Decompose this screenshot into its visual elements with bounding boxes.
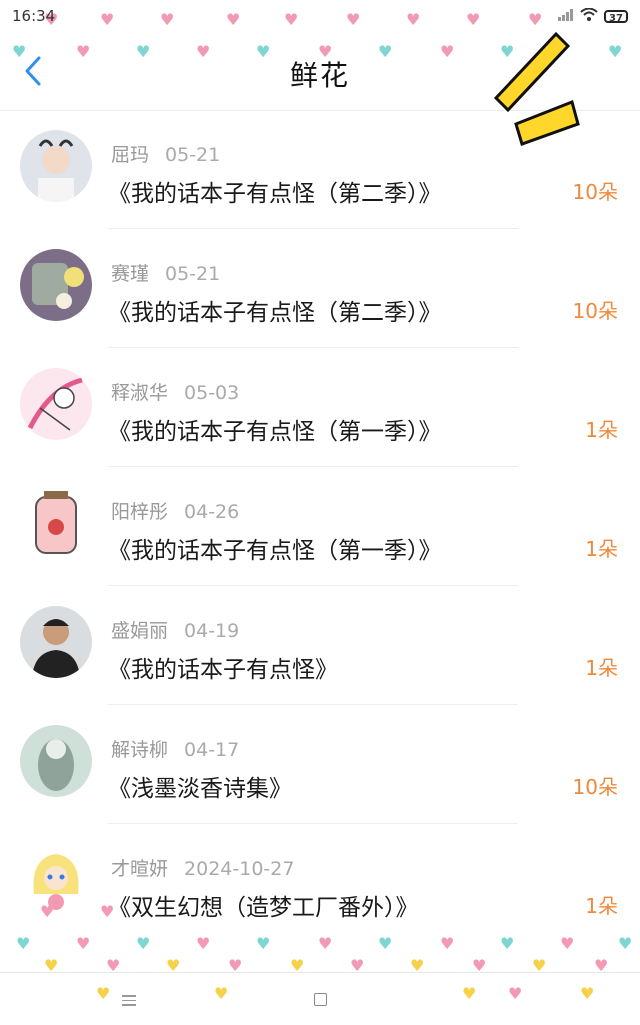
user-name: 释淑华 (111, 382, 169, 404)
avatar[interactable] (20, 725, 92, 797)
status-icons: 37 (558, 7, 628, 25)
item-meta: 盛娟丽 04-19 (111, 616, 239, 643)
signal-icon (558, 7, 574, 25)
book-title[interactable]: 《我的话本子有点怪（第二季）》 (108, 293, 442, 327)
book-title[interactable]: 《双生幻想（造梦工厂番外）》 (108, 888, 419, 922)
avatar[interactable] (20, 130, 92, 202)
flower-count: 1朵 (585, 894, 618, 918)
book-title[interactable]: 《我的话本子有点怪（第一季）》 (108, 412, 442, 446)
item-meta: 解诗柳 04-17 (111, 735, 239, 762)
avatar[interactable] (20, 606, 92, 678)
list-item[interactable]: 才暄妍 2024-10-27 《双生幻想（造梦工厂番外）》 1朵 (0, 824, 640, 943)
flower-count: 1朵 (585, 418, 618, 442)
avatar[interactable] (20, 368, 92, 440)
list-item[interactable]: 赛瑾 05-21 《我的话本子有点怪（第二季）》 10朵 (0, 229, 640, 348)
wifi-icon (580, 7, 598, 25)
item-meta: 屈玛 05-21 (111, 140, 220, 167)
item-date: 2024-10-27 (184, 858, 295, 880)
avatar[interactable] (20, 844, 92, 916)
book-title[interactable]: 《浅墨淡香诗集》 (108, 769, 292, 803)
flower-count: 10朵 (572, 180, 618, 204)
list-item[interactable]: 盛娟丽 04-19 《我的话本子有点怪》 1朵 (0, 586, 640, 705)
flower-count: 1朵 (585, 537, 618, 561)
item-date: 04-19 (184, 620, 240, 642)
item-meta: 阳梓彤 04-26 (111, 497, 239, 524)
user-name: 解诗柳 (111, 739, 169, 761)
avatar[interactable] (20, 249, 92, 321)
flower-count: 10朵 (572, 775, 618, 799)
user-name: 阳梓彤 (111, 501, 169, 523)
user-name: 赛瑾 (111, 263, 150, 285)
item-date: 04-17 (184, 739, 240, 761)
item-date: 05-21 (165, 263, 221, 285)
flower-list: 屈玛 05-21 《我的话本子有点怪（第二季）》 10朵 赛瑾 05-21 《我的话… (0, 110, 640, 943)
user-name: 盛娟丽 (111, 620, 169, 642)
list-item[interactable]: 释淑华 05-03 《我的话本子有点怪（第一季）》 1朵 (0, 348, 640, 467)
user-name: 屈玛 (111, 144, 150, 166)
battery-icon: 37 (604, 9, 628, 24)
item-date: 05-03 (184, 382, 240, 404)
item-meta: 才暄妍 2024-10-27 (111, 854, 294, 881)
item-meta: 释淑华 05-03 (111, 378, 239, 405)
item-meta: 赛瑾 05-21 (111, 259, 220, 286)
status-time: 16:34 (12, 7, 56, 25)
flower-count: 10朵 (572, 299, 618, 323)
system-nav-bar (0, 972, 640, 1025)
user-name: 才暄妍 (111, 858, 169, 880)
book-title[interactable]: 《我的话本子有点怪（第二季）》 (108, 174, 442, 208)
item-date: 05-21 (165, 144, 221, 166)
list-item[interactable]: 阳梓彤 04-26 《我的话本子有点怪（第一季）》 1朵 (0, 467, 640, 586)
item-date: 04-26 (184, 501, 240, 523)
avatar[interactable] (20, 487, 92, 559)
home-icon[interactable] (314, 993, 327, 1006)
book-title[interactable]: 《我的话本子有点怪（第一季）》 (108, 531, 442, 565)
menu-icon[interactable] (122, 995, 136, 1006)
book-title[interactable]: 《我的话本子有点怪》 (108, 650, 338, 684)
sparkle-decoration (493, 31, 580, 146)
list-item[interactable]: 解诗柳 04-17 《浅墨淡香诗集》 10朵 (0, 705, 640, 824)
flower-count: 1朵 (585, 656, 618, 680)
